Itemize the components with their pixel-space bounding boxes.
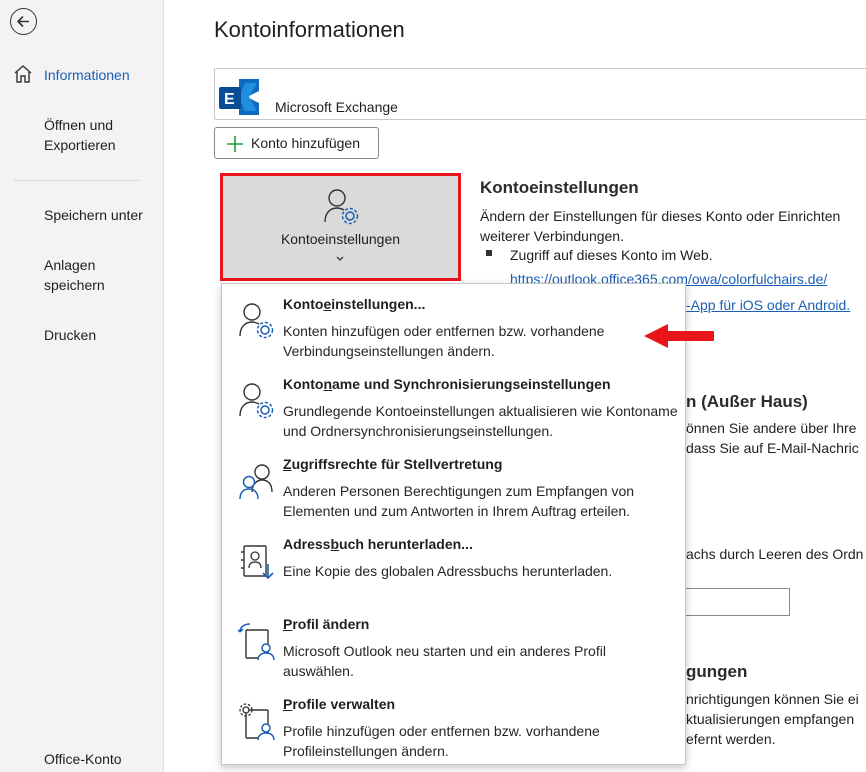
nav-anlagen-speichern[interactable]: Anlagen speichern — [44, 255, 134, 295]
menu-item-title: Profil ändern — [283, 616, 370, 632]
nav-oeffnen-exportieren[interactable]: Öffnen und Exportieren — [44, 115, 144, 155]
account-settings-menu: Kontoeinstellungen... Konten hinzufügen … — [221, 283, 686, 765]
bullet-marker — [486, 250, 492, 256]
sidebar-divider — [14, 180, 139, 181]
menu-item-title: Profile verwalten — [283, 696, 396, 712]
profile-switch-icon — [238, 623, 275, 661]
menu-item-kontoname-sync[interactable]: Kontoname und Synchronisierungseinstellu… — [222, 368, 685, 448]
chevron-down-icon — [336, 256, 344, 261]
profile-manage-icon — [239, 703, 275, 741]
nav-speichern-unter[interactable]: Speichern unter — [44, 205, 143, 225]
auto-reply-text-1: önnen Sie andere über Ihre — [686, 420, 857, 436]
home-icon — [14, 65, 32, 83]
nav-informationen[interactable]: Informationen — [44, 65, 130, 85]
rules-text-2: ktualisierungen empfangen — [686, 711, 855, 727]
menu-item-profile-verwalten[interactable]: Profile verwalten Profile hinzufügen ode… — [222, 688, 685, 768]
page-title: Kontoinformationen — [214, 17, 405, 42]
account-settings-tile-label: Kontoeinstellungen — [280, 231, 401, 247]
auto-reply-text-2: dass Sie auf E-Mail-Nachric — [686, 440, 859, 456]
menu-item-description: Profile hinzufügen oder entfernen bzw. v… — [283, 723, 600, 759]
rules-text-3: efernt werden. — [686, 731, 776, 747]
section-description: Ändern der Einstellungen für dieses Kont… — [480, 208, 841, 244]
menu-item-title: Kontoeinstellungen... — [283, 296, 426, 312]
account-settings-tile[interactable]: Kontoeinstellungen — [220, 173, 461, 281]
red-arrow-annotation — [644, 324, 714, 348]
back-arrow-icon — [16, 15, 29, 28]
menu-item-zugriffsrechte[interactable]: Zugriffsrechte für Stellvertretung Ander… — [222, 448, 685, 528]
user-gear-icon — [324, 189, 359, 225]
mailbox-size-field — [680, 588, 790, 616]
user-gear-icon — [239, 303, 274, 339]
menu-item-title: Zugriffsrechte für Stellvertretung — [283, 456, 503, 472]
svg-text:E: E — [224, 91, 235, 108]
exchange-logo-icon: E — [219, 79, 259, 115]
delegate-users-icon — [239, 464, 273, 500]
rules-heading: gungen — [686, 662, 748, 681]
menu-item-title: Adressbuch herunterladen... — [283, 536, 473, 552]
mailbox-cleanup-text: achs durch Leeren des Ordn — [686, 546, 864, 562]
address-book-download-icon — [241, 545, 274, 580]
add-account-button[interactable]: Konto hinzufügen — [214, 127, 379, 159]
account-selector[interactable]: E Microsoft Exchange — [214, 68, 866, 120]
menu-item-description: Grundlegende Kontoeinstellungen aktualis… — [283, 403, 678, 439]
sidebar: Informationen Öffnen und Exportieren Spe… — [0, 0, 164, 772]
menu-item-adressbuch[interactable]: Adressbuch herunterladen... Eine Kopie d… — [222, 528, 685, 608]
user-gear-icon — [239, 383, 274, 419]
add-account-label: Konto hinzufügen — [251, 135, 360, 151]
menu-item-description: Eine Kopie des globalen Adressbuchs heru… — [283, 563, 613, 579]
account-name: Microsoft Exchange — [275, 99, 398, 115]
mobile-app-link[interactable]: -App für iOS oder Android. — [686, 297, 850, 313]
rules-text-1: nrichtigungen können Sie ei — [686, 691, 859, 707]
menu-item-kontoeinstellungen[interactable]: Kontoeinstellungen... Konten hinzufügen … — [222, 288, 685, 368]
menu-item-description: Anderen Personen Berechtigungen zum Empf… — [283, 483, 635, 519]
nav-drucken[interactable]: Drucken — [44, 325, 96, 345]
menu-item-profil-aendern[interactable]: Profil ändern Microsoft Outlook neu star… — [222, 608, 685, 688]
section-heading: Kontoeinstellungen — [480, 178, 639, 197]
back-button[interactable] — [10, 8, 37, 35]
menu-item-description: Microsoft Outlook neu starten und ein an… — [283, 643, 606, 679]
menu-item-description: Konten hinzufügen oder entfernen bzw. vo… — [283, 323, 605, 359]
plus-icon — [227, 136, 243, 152]
menu-item-title: Kontoname und Synchronisierungseinstellu… — [283, 376, 611, 392]
auto-reply-heading: n (Außer Haus) — [686, 392, 808, 411]
web-access-text: Zugriff auf dieses Konto im Web. — [510, 247, 713, 263]
nav-office-konto[interactable]: Office-Konto — [44, 749, 122, 769]
